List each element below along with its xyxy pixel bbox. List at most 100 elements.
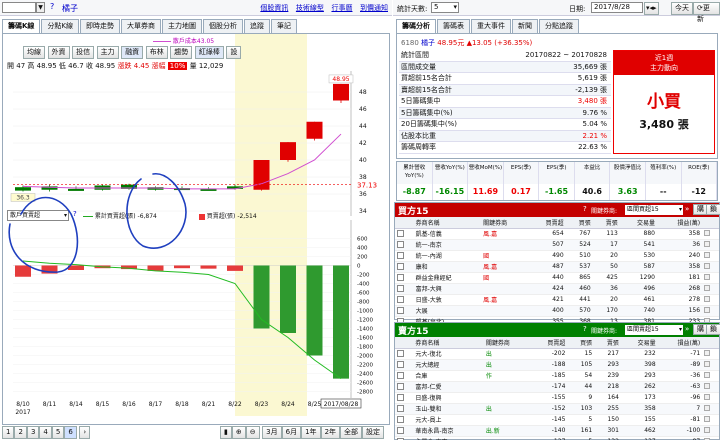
column-header[interactable]: 買賣超 <box>530 337 568 349</box>
row-checkbox[interactable] <box>397 383 404 390</box>
broker-name[interactable]: 玉山-雙和 <box>413 403 483 414</box>
tab-branch-k[interactable]: 分點K線 <box>41 19 80 33</box>
column-header[interactable]: 賣張 <box>594 337 621 349</box>
stock-name[interactable]: 橘子 <box>62 3 78 14</box>
zoom-in-icon[interactable]: ⊕ <box>231 426 246 439</box>
btn-settings[interactable]: 設 <box>226 46 242 59</box>
table-row[interactable]: 統一-內湖國 490 510 20 530 240 <box>395 250 719 261</box>
broker-name[interactable]: 永豐金-東京 <box>413 436 483 440</box>
broker-name[interactable]: 凱基-信義 <box>414 228 482 239</box>
tab-news[interactable]: 新聞 <box>512 19 538 33</box>
broker-name[interactable]: 日盛-復興 <box>413 392 483 403</box>
broker-name[interactable]: 富邦-仁愛 <box>413 381 483 392</box>
sell-help-icon[interactable]: ? <box>583 325 587 333</box>
btn-foreign[interactable]: 外資 <box>47 46 70 59</box>
link-calendar[interactable]: 行事曆 <box>331 4 352 12</box>
row-checkbox[interactable] <box>397 350 404 357</box>
row-checkbox[interactable] <box>397 416 404 423</box>
row-checkbox[interactable] <box>397 427 404 434</box>
zoom-out-icon[interactable]: ⊖ <box>245 426 260 439</box>
row-checkbox[interactable] <box>397 285 404 292</box>
sell-expand-button[interactable]: » <box>685 325 689 333</box>
table-row[interactable]: 元大-員上 -145 5 150 155 -81 <box>395 414 719 425</box>
refresh-button[interactable]: ⟳更新 <box>693 2 720 23</box>
row-checkbox[interactable] <box>397 274 404 281</box>
tab-realtime[interactable]: 即時走勢 <box>80 19 121 33</box>
page-2[interactable]: 2 <box>14 426 27 439</box>
buy-filter-select[interactable]: 區間買超15 ▾ <box>625 205 683 215</box>
tab-branch-track[interactable]: 分點追蹤 <box>539 19 579 33</box>
table-row[interactable]: 統一-南京 507 524 17 541 36 <box>395 239 719 250</box>
row-checkbox[interactable] <box>397 241 404 248</box>
column-header[interactable]: 買張 <box>567 337 595 349</box>
btn-trust[interactable]: 投信 <box>72 46 95 59</box>
column-header[interactable]: 關鍵券商 <box>481 217 529 229</box>
range-6m[interactable]: 6月 <box>281 426 302 439</box>
row-checkbox[interactable] <box>397 372 404 379</box>
chip-chart[interactable]: 600 400 200 0 -200 -400 -600 -800 -1000 -1200 -140… <box>3 220 391 398</box>
today-button[interactable]: 今天 <box>671 2 693 15</box>
btn-main-force[interactable]: 主力 <box>96 46 119 59</box>
link-price-alert[interactable]: 到價通知 <box>360 4 388 12</box>
tab-main-map[interactable]: 主力地圖 <box>162 19 203 33</box>
row-checkbox[interactable] <box>397 263 404 270</box>
stock-code-input[interactable] <box>2 2 36 13</box>
table-row[interactable]: 富邦-仁愛 -174 44 218 262 -63 <box>395 381 719 392</box>
tab-chip-k[interactable]: 籌碼K線 <box>2 19 41 33</box>
row-checkbox[interactable] <box>397 361 404 368</box>
table-row[interactable]: 日盛-復興 -155 9 164 173 -96 <box>395 392 719 403</box>
column-header[interactable]: 損益(萬) <box>657 337 703 349</box>
range-2y[interactable]: 2年 <box>320 426 341 439</box>
column-header[interactable]: 券商名稱 <box>413 217 482 229</box>
link-stock-info[interactable]: 個股資訊 <box>260 4 288 12</box>
tab-track[interactable]: 追蹤 <box>244 19 271 33</box>
broker-name[interactable]: 統一-南京 <box>414 239 482 250</box>
table-row[interactable]: 康和 風.嘉 487 537 50 587 358 <box>395 261 719 272</box>
page-5[interactable]: 5 <box>51 426 65 439</box>
broker-name[interactable]: 日盛-大敦 <box>414 294 482 305</box>
broker-name[interactable]: 康和 <box>414 261 482 272</box>
row-checkbox[interactable] <box>397 405 404 412</box>
buy-lock-button[interactable]: 鎖 <box>706 204 720 215</box>
column-header[interactable]: 賣張 <box>592 217 620 229</box>
broker-name[interactable]: 元大總經 <box>413 359 483 370</box>
column-header[interactable]: 交易量 <box>620 337 658 349</box>
buy-expand-button[interactable]: » <box>685 205 689 213</box>
lower-help-icon[interactable]: ? <box>73 210 77 218</box>
broker-name[interactable]: 群益金鼎經紀 <box>414 272 482 283</box>
table-row[interactable]: 元大-復北出 -202 15 217 232 -71 <box>395 348 719 359</box>
table-row[interactable]: 日盛-大敦 風.嘉 421 441 20 461 278 <box>395 294 719 305</box>
tab-chip-table[interactable]: 籌碼表 <box>437 19 470 33</box>
column-header[interactable]: 損益(萬) <box>656 217 703 229</box>
column-header[interactable] <box>395 337 414 349</box>
table-row[interactable]: 合庫作 -185 54 239 293 -36 <box>395 370 719 381</box>
broker-name[interactable]: 大展 <box>414 305 482 316</box>
tab-big-brokers[interactable]: 大單券商 <box>121 19 162 33</box>
tab-notes[interactable]: 筆記 <box>271 19 298 33</box>
date-picker-icon[interactable]: ▾◂▸ <box>644 2 659 15</box>
page-4[interactable]: 4 <box>39 426 52 439</box>
table-row[interactable]: 大展 400 570 170 740 156 <box>395 305 719 316</box>
broker-name[interactable]: 統一-內湖 <box>414 250 482 261</box>
buy-help-icon[interactable]: ? <box>583 205 587 213</box>
page-1[interactable]: 1 <box>2 426 15 439</box>
table-row[interactable]: 華南永昌-南京 出.新 -140 161 301 462 -100 <box>395 425 719 436</box>
broker-name[interactable]: 合庫 <box>413 370 483 381</box>
broker-name[interactable]: 華南永昌-南京 <box>413 425 483 436</box>
column-header[interactable] <box>702 337 719 349</box>
btn-ma[interactable]: 均線 <box>23 46 45 59</box>
column-header[interactable]: 券商名稱 <box>413 337 484 349</box>
price-chart[interactable]: 48 46 44 42 40 38 36 34 37.13 48.95 36.3 <box>3 71 391 216</box>
range-all[interactable]: 全部 <box>340 426 363 439</box>
row-checkbox[interactable] <box>397 394 404 401</box>
broker-name[interactable]: 元大-員上 <box>413 414 483 425</box>
range-3m[interactable]: 3月 <box>262 426 282 439</box>
column-header[interactable] <box>395 217 414 229</box>
table-row[interactable]: 玉山-雙和出 -152 103 255 358 7 <box>395 403 719 414</box>
btn-trend[interactable]: 趨勢 <box>170 46 193 59</box>
btn-bollinger[interactable]: 布林 <box>145 46 168 59</box>
broker-name[interactable]: 元大-復北 <box>413 348 483 359</box>
row-checkbox[interactable] <box>397 230 404 237</box>
table-row[interactable]: 元大總經出 -188 105 293 398 -89 <box>395 359 719 370</box>
link-technical[interactable]: 技術線型 <box>296 4 324 12</box>
